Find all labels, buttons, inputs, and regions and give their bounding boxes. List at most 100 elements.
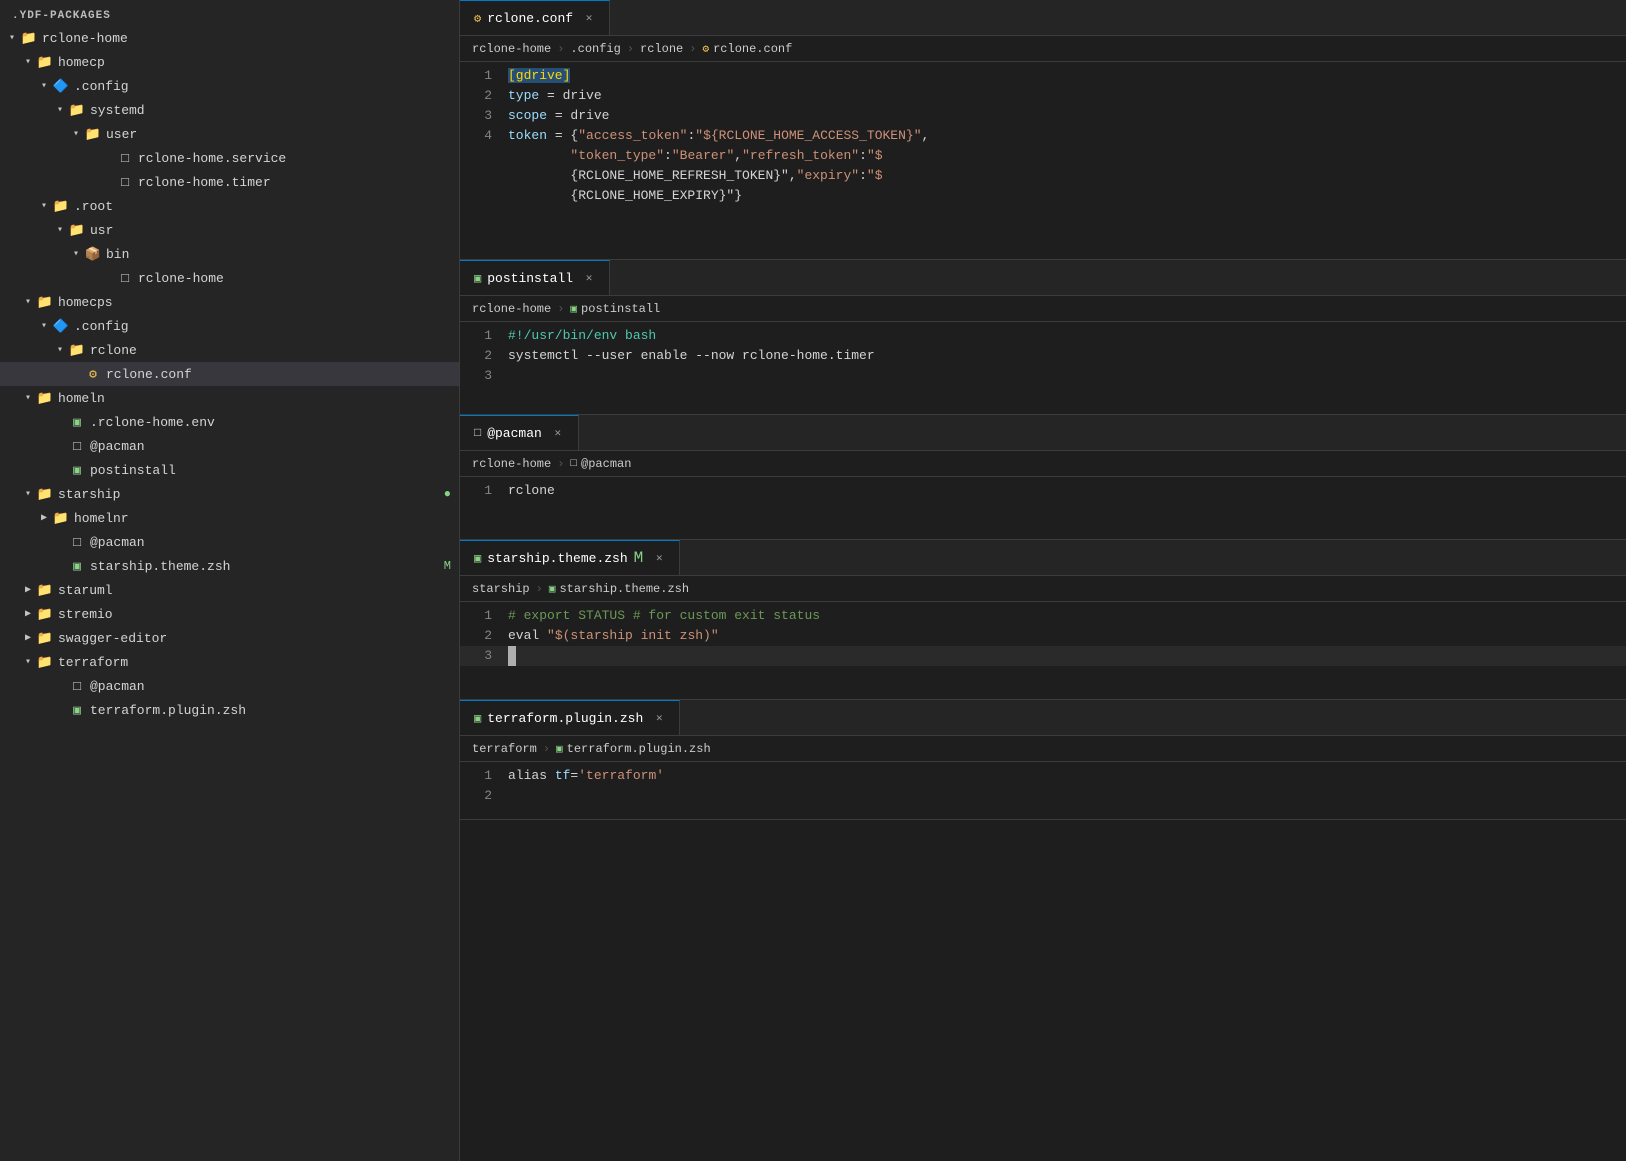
label-starship: starship: [58, 487, 120, 502]
arrow-homeln: ▾: [20, 392, 36, 404]
arrow-starship: ▾: [20, 488, 36, 500]
code-line-1: 1 [gdrive]: [460, 66, 1626, 86]
label-systemd: systemd: [90, 103, 145, 118]
sidebar-item-usr[interactable]: ▾ 📁 usr: [0, 218, 459, 242]
tab-bar-rclone-conf: ⚙ rclone.conf ✕: [460, 0, 1626, 36]
tab-bar-postinstall: ▣ postinstall ✕: [460, 260, 1626, 296]
code-content-pacman[interactable]: 1 rclone: [460, 477, 1626, 539]
breadcrumb-postinstall: rclone-home › ▣ postinstall: [460, 296, 1626, 322]
star-ln-3: 3: [460, 646, 508, 666]
post-line-2: 2 systemctl --user enable --now rclone-h…: [460, 346, 1626, 366]
sidebar-item-at-pacman2[interactable]: □ @pacman: [0, 530, 459, 554]
label-config2: .config: [74, 319, 129, 334]
label-bin: bin: [106, 247, 129, 262]
sidebar-item-terraform[interactable]: ▾ 📁 terraform: [0, 650, 459, 674]
line-content-2: type = drive: [508, 86, 1626, 106]
sidebar-item-rclone-home-bin[interactable]: □ rclone-home: [0, 266, 459, 290]
folder-icon-staruml: 📁: [36, 583, 54, 598]
sidebar-item-root[interactable]: ▾ 📁 .root: [0, 194, 459, 218]
file-icon-starship-theme: ▣: [68, 559, 86, 574]
sidebar-item-homelnr[interactable]: ▶ 📁 homelnr: [0, 506, 459, 530]
sidebar-item-homecps[interactable]: ▾ 📁 homecps: [0, 290, 459, 314]
line-content-4d: {RCLONE_HOME_EXPIRY}"}: [508, 186, 1626, 206]
sidebar-item-user[interactable]: ▾ 📁 user: [0, 122, 459, 146]
file-icon-at-pacman3: □: [68, 679, 86, 694]
code-line-2: 2 type = drive: [460, 86, 1626, 106]
label-homelnr: homelnr: [74, 511, 129, 526]
label-postinstall1: postinstall: [90, 463, 176, 478]
sidebar-item-at-pacman3[interactable]: □ @pacman: [0, 674, 459, 698]
sidebar-item-rclone-conf[interactable]: ⚙ rclone.conf: [0, 362, 459, 386]
arrow-bin: ▾: [68, 248, 84, 260]
folder-config-icon: 🔷: [52, 79, 70, 94]
tab-rclone-conf[interactable]: ⚙ rclone.conf ✕: [460, 0, 610, 36]
sidebar-item-stremio[interactable]: ▶ 📁 stremio: [0, 602, 459, 626]
breadcrumb-pacman: rclone-home › □ @pacman: [460, 451, 1626, 477]
tab-close-starship[interactable]: ✕: [651, 550, 667, 566]
breadcrumb-starship-root: starship: [472, 582, 530, 596]
sidebar-item-starship-theme[interactable]: ▣ starship.theme.zsh M: [0, 554, 459, 578]
tab-icon-starship-theme: ▣: [474, 551, 481, 566]
label-swagger-editor: swagger-editor: [58, 631, 167, 646]
tab-bar-pacman: □ @pacman ✕: [460, 415, 1626, 451]
star-lc-2: eval "$(starship init zsh)": [508, 626, 1626, 646]
folder-icon-terraform: 📁: [36, 655, 54, 670]
sidebar-item-rclone-home-env[interactable]: ▣ .rclone-home.env: [0, 410, 459, 434]
arrow-user: ▾: [68, 128, 84, 140]
star-ln-2: 2: [460, 626, 508, 646]
sidebar-item-terraform-plugin[interactable]: ▣ terraform.plugin.zsh: [0, 698, 459, 722]
sidebar-item-starship[interactable]: ▾ 📁 starship ●: [0, 482, 459, 506]
line-content-1: [gdrive]: [508, 66, 1626, 86]
label-rclone-home-bin: rclone-home: [138, 271, 224, 286]
sidebar-item-config1[interactable]: ▾ 🔷 .config: [0, 74, 459, 98]
arrow-homelnr: ▶: [36, 512, 52, 524]
code-content-postinstall[interactable]: 1 #!/usr/bin/env bash 2 systemctl --user…: [460, 322, 1626, 414]
tab-label-postinstall: postinstall: [487, 271, 573, 286]
sidebar-item-config2[interactable]: ▾ 🔷 .config: [0, 314, 459, 338]
sidebar-item-rclone-home-service[interactable]: □ rclone-home.service: [0, 146, 459, 170]
tab-terraform-plugin[interactable]: ▣ terraform.plugin.zsh ✕: [460, 700, 680, 736]
star-line-1: 1 # export STATUS # for custom exit stat…: [460, 606, 1626, 626]
sidebar-header: .YDF-PACKAGES: [0, 4, 459, 26]
tab-starship-theme[interactable]: ▣ starship.theme.zsh M ✕: [460, 540, 680, 576]
tab-close-terraform[interactable]: ✕: [651, 710, 667, 726]
sidebar-item-rclone-home[interactable]: ▾ 📁 rclone-home: [0, 26, 459, 50]
sidebar-item-swagger-editor[interactable]: ▶ 📁 swagger-editor: [0, 626, 459, 650]
breadcrumb-postinstall-file: ▣ postinstall: [570, 302, 660, 316]
label-rclone-folder: rclone: [90, 343, 137, 358]
star-ln-1: 1: [460, 606, 508, 626]
sidebar-item-staruml[interactable]: ▶ 📁 staruml: [0, 578, 459, 602]
code-content-terraform[interactable]: 1 alias tf='terraform' 2: [460, 762, 1626, 819]
tf-lc-1: alias tf='terraform': [508, 766, 1626, 786]
tab-postinstall[interactable]: ▣ postinstall ✕: [460, 260, 610, 296]
tf-line-1: 1 alias tf='terraform': [460, 766, 1626, 786]
sidebar-item-rclone-folder[interactable]: ▾ 📁 rclone: [0, 338, 459, 362]
breadcrumb-icon-postinstall: ▣: [570, 302, 577, 316]
arrow-systemd: ▾: [52, 104, 68, 116]
tab-modified-starship: M: [634, 550, 644, 566]
folder-icon-rclone: 📁: [68, 343, 86, 358]
code-content-starship[interactable]: 1 # export STATUS # for custom exit stat…: [460, 602, 1626, 699]
folder-icon-stremio: 📁: [36, 607, 54, 622]
sidebar-item-homecp[interactable]: ▾ 📁 homecp: [0, 50, 459, 74]
folder-icon-rclone-home: 📁: [20, 31, 38, 46]
folder-icon-user: 📁: [84, 127, 102, 142]
star-lc-1: # export STATUS # for custom exit status: [508, 606, 1626, 626]
tab-pacman[interactable]: □ @pacman ✕: [460, 415, 579, 451]
breadcrumb-icon-starship-theme: ▣: [549, 582, 556, 596]
sidebar-item-rclone-home-timer[interactable]: □ rclone-home.timer: [0, 170, 459, 194]
sidebar-item-at-pacman1[interactable]: □ @pacman: [0, 434, 459, 458]
sidebar-item-postinstall1[interactable]: ▣ postinstall: [0, 458, 459, 482]
sidebar-item-bin[interactable]: ▾ 📦 bin: [0, 242, 459, 266]
code-content-rclone-conf[interactable]: 1 [gdrive] 2 type = drive 3 scope = driv…: [460, 62, 1626, 259]
sidebar-item-homeln[interactable]: ▾ 📁 homeln: [0, 386, 459, 410]
file-icon-timer: □: [116, 175, 134, 190]
label-homecps: homecps: [58, 295, 113, 310]
tab-close-rclone-conf[interactable]: ✕: [581, 10, 597, 26]
tab-close-pacman[interactable]: ✕: [550, 425, 566, 441]
sidebar: .YDF-PACKAGES ▾ 📁 rclone-home ▾ 📁 homecp…: [0, 0, 460, 1161]
sidebar-item-systemd[interactable]: ▾ 📁 systemd: [0, 98, 459, 122]
arrow-homecps: ▾: [20, 296, 36, 308]
label-terraform: terraform: [58, 655, 128, 670]
tab-close-postinstall[interactable]: ✕: [581, 270, 597, 286]
